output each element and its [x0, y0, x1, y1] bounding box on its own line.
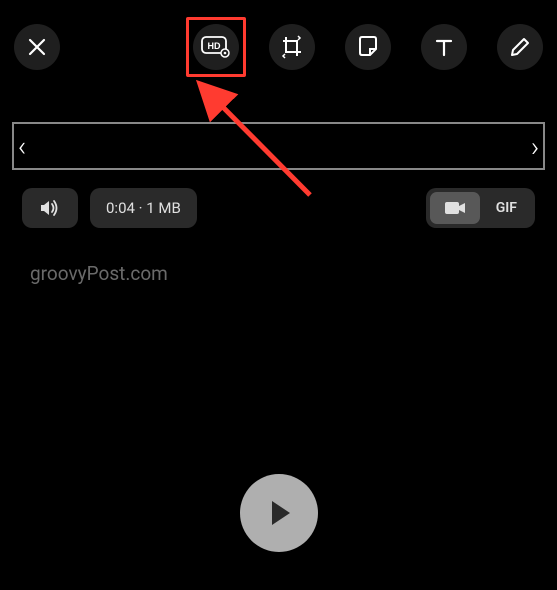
play-button[interactable] — [240, 474, 318, 552]
sound-toggle-button[interactable] — [22, 188, 78, 228]
video-info-badge: 0:04 · 1 MB — [90, 188, 197, 228]
sticker-button[interactable] — [345, 24, 391, 70]
controls-row: 0:04 · 1 MB GIF — [0, 170, 557, 246]
text-button[interactable] — [421, 24, 467, 70]
svg-text:HD: HD — [208, 41, 221, 51]
hd-highlight-box: HD — [186, 17, 246, 77]
video-info-text: 0:04 · 1 MB — [106, 199, 181, 217]
sticker-icon — [356, 35, 380, 59]
trim-handle-left[interactable]: ‹ — [14, 124, 30, 168]
video-camera-icon — [444, 201, 466, 215]
crop-rotate-button[interactable] — [269, 24, 315, 70]
trim-handle-right[interactable]: › — [527, 124, 543, 168]
video-format-option[interactable] — [430, 192, 480, 224]
hd-icon: HD — [201, 36, 231, 58]
pencil-icon — [509, 36, 531, 58]
hd-quality-button[interactable]: HD — [193, 24, 239, 70]
top-toolbar: HD — [0, 0, 557, 94]
crop-rotate-icon — [279, 34, 305, 60]
close-button[interactable] — [14, 24, 60, 70]
speaker-icon — [39, 198, 61, 218]
play-icon — [263, 497, 295, 529]
gif-format-option[interactable]: GIF — [482, 192, 531, 224]
play-container — [240, 474, 318, 552]
trim-preview-strip[interactable] — [30, 124, 527, 168]
watermark-text: groovyPost.com — [0, 246, 557, 301]
gif-label: GIF — [496, 200, 517, 216]
format-toggle: GIF — [426, 188, 535, 228]
close-icon — [27, 37, 47, 57]
draw-button[interactable] — [497, 24, 543, 70]
text-icon — [433, 36, 455, 58]
video-trim-bar[interactable]: ‹ › — [12, 122, 545, 170]
